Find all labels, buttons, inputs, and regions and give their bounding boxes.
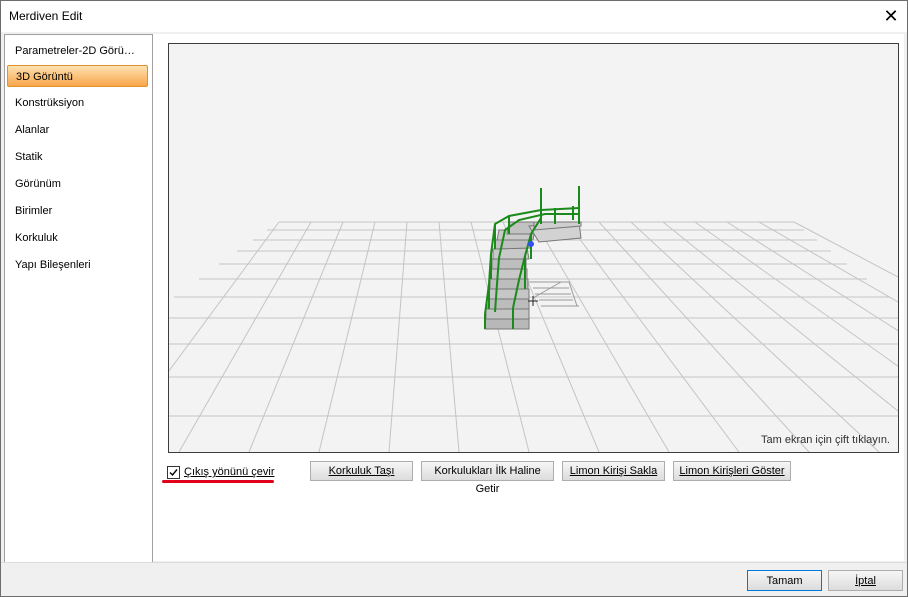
sidebar-item-building-components[interactable]: Yapı Bileşenleri	[7, 254, 148, 276]
flip-exit-checkbox-row[interactable]: Çıkış yönünü çevir	[167, 464, 274, 480]
stair-marker	[528, 241, 534, 247]
3d-viewport[interactable]: Tam ekran için çift tıklayın.	[168, 43, 899, 453]
sidebar-item-parameters-2d[interactable]: Parametreler-2D Görü…	[7, 40, 148, 62]
cancel-button[interactable]: İptal	[828, 570, 903, 591]
fullscreen-hint: Tam ekran için çift tıklayın.	[761, 434, 890, 446]
flip-exit-label[interactable]: Çıkış yönünü çevir	[184, 466, 274, 478]
sidebar-item-units[interactable]: Birimler	[7, 200, 148, 222]
sidebar-item-3d-view[interactable]: 3D Görüntü	[7, 65, 148, 87]
show-stringers-button[interactable]: Limon Kirişleri Göster	[673, 461, 791, 481]
move-railing-button[interactable]: Korkuluk Taşı	[310, 461, 413, 481]
checkmark-icon	[169, 468, 178, 476]
sidebar-item-static[interactable]: Statik	[7, 146, 148, 168]
flip-exit-checkbox[interactable]	[167, 465, 180, 479]
sidebar-item-areas[interactable]: Alanlar	[7, 119, 148, 141]
dialog-window: Merdiven Edit ✕ Parametreler-2D Görü… 3D…	[0, 0, 908, 597]
sidebar-item-railing[interactable]: Korkuluk	[7, 227, 148, 249]
sidebar: Parametreler-2D Görü… 3D Görüntü Konstrü…	[4, 34, 153, 563]
hide-stringer-button[interactable]: Limon Kirişi Sakla	[562, 461, 665, 481]
reset-railings-button[interactable]: Korkulukları İlk Haline Getir	[421, 461, 554, 495]
floor-grid	[169, 221, 898, 452]
stair-model	[484, 186, 582, 330]
window-title: Merdiven Edit	[9, 9, 83, 23]
footer-divider	[1, 562, 907, 563]
sidebar-item-appearance[interactable]: Görünüm	[7, 173, 148, 195]
sidebar-item-construction[interactable]: Konstrüksiyon	[7, 92, 148, 114]
ok-button[interactable]: Tamam	[747, 570, 822, 591]
3d-scene	[169, 186, 898, 452]
close-icon[interactable]: ✕	[875, 1, 907, 32]
title-bar: Merdiven Edit ✕	[1, 1, 907, 32]
red-underline-annotation	[162, 480, 274, 483]
